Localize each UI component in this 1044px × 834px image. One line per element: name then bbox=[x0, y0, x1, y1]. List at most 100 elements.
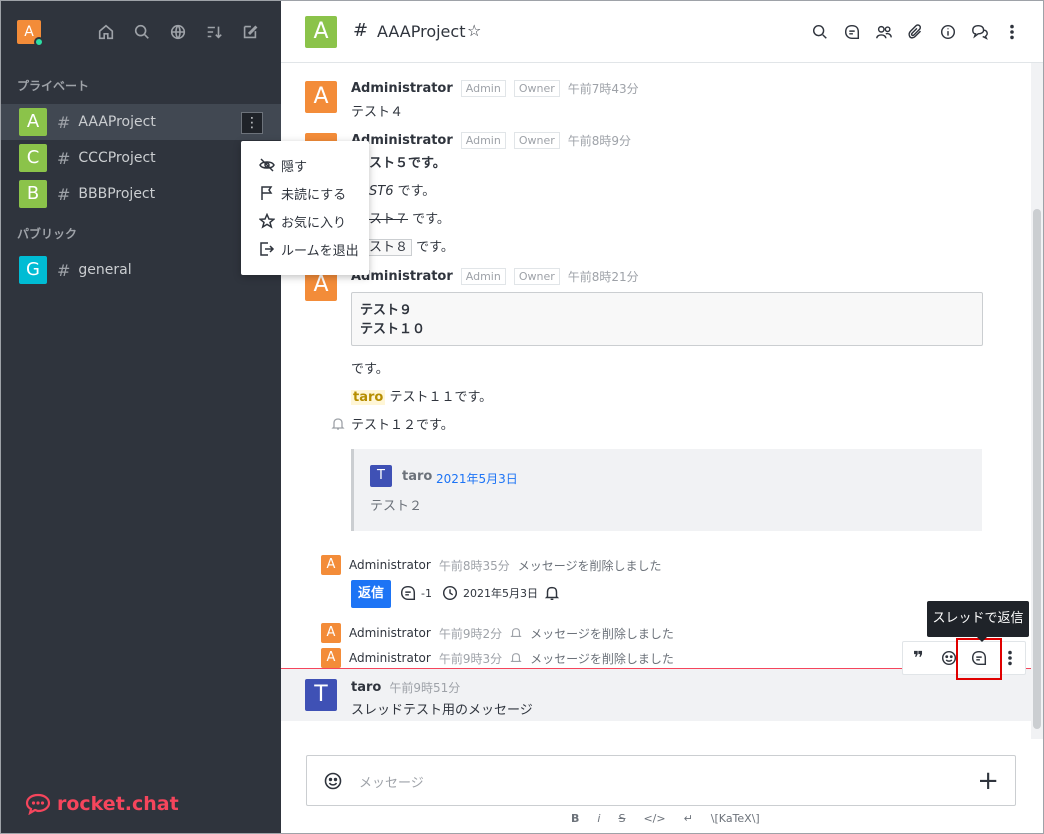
katex-format-button[interactable]: \[KaTeX\] bbox=[711, 812, 760, 825]
home-icon[interactable] bbox=[95, 21, 117, 43]
username[interactable]: Administrator bbox=[349, 558, 431, 572]
section-private-label: プライベート bbox=[17, 79, 90, 93]
quote-text: テスト２ bbox=[370, 499, 423, 514]
clock-icon bbox=[442, 585, 458, 601]
scroll-thumb[interactable] bbox=[1033, 209, 1041, 729]
menu-item-favorite[interactable]: お気に入り bbox=[241, 207, 369, 235]
thread-follow[interactable] bbox=[543, 584, 561, 602]
menu-item-leave-room[interactable]: ルームを退出 bbox=[241, 235, 369, 263]
message-input[interactable]: メッセージ bbox=[359, 772, 424, 791]
role-tag: Owner bbox=[513, 80, 560, 97]
menu-item-hide[interactable]: 隠す bbox=[241, 151, 369, 179]
italic-format-button[interactable]: i bbox=[597, 812, 600, 825]
message-text: です。 bbox=[351, 362, 389, 377]
quote-date-link[interactable]: 2021年5月3日 bbox=[436, 470, 518, 487]
system-text: メッセージを削除しました bbox=[530, 626, 674, 641]
username[interactable]: Administrator bbox=[349, 626, 431, 640]
avatar[interactable]: A bbox=[321, 555, 341, 575]
format-toolbar: B i S </> ↵ \[KaTeX\] bbox=[571, 812, 760, 825]
room-name: BBBProject bbox=[78, 186, 156, 202]
rocketchat-logo: rocket.chat bbox=[25, 793, 179, 815]
avatar[interactable]: T bbox=[305, 679, 337, 711]
quote-username: taro bbox=[402, 469, 433, 484]
username[interactable]: Administrator bbox=[351, 81, 453, 96]
timestamp: 午前8時9分 bbox=[567, 134, 632, 148]
system-message: A Administrator 午前9時2分 メッセージを削除しました bbox=[321, 623, 674, 643]
bold-format-button[interactable]: B bbox=[571, 812, 579, 825]
members-icon[interactable] bbox=[873, 21, 895, 43]
hash-icon: # bbox=[57, 184, 71, 204]
bell-icon bbox=[510, 628, 522, 637]
thread-count[interactable]: -1 bbox=[399, 584, 432, 602]
room-header-avatar: A bbox=[305, 16, 337, 48]
sidebar-header: A bbox=[1, 1, 281, 63]
kebab-menu-icon[interactable] bbox=[1001, 21, 1023, 43]
message-text: スレッドテスト用のメッセージ bbox=[351, 703, 533, 718]
sidebar-item-general[interactable]: G # general bbox=[1, 252, 281, 288]
system-text: メッセージを削除しました bbox=[530, 651, 674, 666]
sidebar: A プライベート A # AAAProject ⋮ C # CCCProject bbox=[1, 1, 281, 833]
user-avatar[interactable]: A bbox=[17, 20, 44, 47]
online-status-icon bbox=[34, 37, 44, 47]
role-tag: Admin bbox=[460, 268, 506, 285]
room-header: A # AAAProject ☆ bbox=[281, 1, 1043, 63]
bell-icon bbox=[510, 653, 522, 662]
room-hash-icon: # bbox=[353, 20, 369, 41]
emoji-icon[interactable] bbox=[323, 771, 343, 791]
avatar[interactable]: A bbox=[321, 648, 341, 668]
attachment-icon[interactable] bbox=[905, 21, 927, 43]
message-header: taro 午前9時51分 bbox=[351, 679, 460, 696]
role-tag: Owner bbox=[513, 268, 560, 285]
search-icon[interactable] bbox=[131, 21, 153, 43]
bell-icon bbox=[544, 586, 560, 601]
avatar[interactable]: A bbox=[305, 81, 337, 113]
message-text-italic: ST6 です。 bbox=[369, 184, 436, 199]
plus-icon[interactable]: + bbox=[977, 766, 999, 796]
favorite-star-icon[interactable]: ☆ bbox=[467, 21, 481, 40]
room-menu-kebab-icon[interactable]: ⋮ bbox=[241, 112, 263, 134]
discussion-icon[interactable] bbox=[969, 21, 991, 43]
sidebar-item-cccproject[interactable]: C # CCCProject bbox=[1, 140, 281, 176]
logo-text: rocket.chat bbox=[57, 793, 179, 815]
avatar[interactable]: A bbox=[321, 623, 341, 643]
star-icon bbox=[259, 213, 275, 229]
rocket-logo-icon bbox=[25, 793, 51, 815]
room-name: general bbox=[78, 262, 132, 278]
room-info-icon[interactable] bbox=[937, 21, 959, 43]
highlight-box bbox=[956, 638, 1002, 680]
hash-icon: # bbox=[57, 260, 71, 280]
quote-icon[interactable]: ❞ bbox=[906, 646, 930, 670]
message-scrollbar[interactable] bbox=[1031, 63, 1043, 739]
message-text-code: スト８ です。 bbox=[365, 236, 454, 256]
directory-globe-icon[interactable] bbox=[167, 21, 189, 43]
quoted-message[interactable]: T taro 2021年5月3日 テスト２ bbox=[351, 449, 982, 531]
app-window: A プライベート A # AAAProject ⋮ C # CCCProject bbox=[0, 0, 1044, 834]
username[interactable]: taro bbox=[351, 680, 381, 695]
create-new-icon[interactable] bbox=[239, 21, 261, 43]
eye-off-icon bbox=[259, 158, 275, 172]
tooltip-reply-in-thread: スレッドで返信 bbox=[927, 601, 1029, 642]
timestamp: 午前7時43分 bbox=[567, 82, 639, 96]
strike-format-button[interactable]: S bbox=[618, 812, 625, 825]
sort-icon[interactable] bbox=[203, 21, 225, 43]
multiline-format-button[interactable]: ↵ bbox=[684, 812, 693, 825]
menu-item-mark-unread[interactable]: 未読にする bbox=[241, 179, 369, 207]
room-name: CCCProject bbox=[78, 150, 156, 166]
timestamp: 午前9時3分 bbox=[438, 651, 503, 666]
message-text: テスト１２です。 bbox=[351, 418, 454, 433]
room-avatar: B bbox=[19, 180, 47, 208]
username[interactable]: Administrator bbox=[349, 651, 431, 665]
message-text: テスト４ bbox=[351, 105, 404, 120]
user-mention[interactable]: taro bbox=[351, 390, 386, 405]
hash-icon: # bbox=[57, 148, 71, 168]
code-block: テスト９ テスト１０ bbox=[351, 292, 983, 346]
code-format-button[interactable]: </> bbox=[643, 812, 665, 825]
search-messages-icon[interactable] bbox=[809, 21, 831, 43]
room-avatar: A bbox=[19, 108, 47, 136]
sidebar-item-bbbproject[interactable]: B # BBBProject bbox=[1, 176, 281, 212]
threads-icon[interactable] bbox=[841, 21, 863, 43]
thread-last-date: 2021年5月3日 bbox=[441, 584, 538, 602]
sidebar-item-aaaproject[interactable]: A # AAAProject ⋮ bbox=[1, 104, 281, 140]
reply-button[interactable]: 返信 bbox=[351, 580, 391, 608]
message-text-bold: スト５です。 bbox=[369, 156, 446, 171]
